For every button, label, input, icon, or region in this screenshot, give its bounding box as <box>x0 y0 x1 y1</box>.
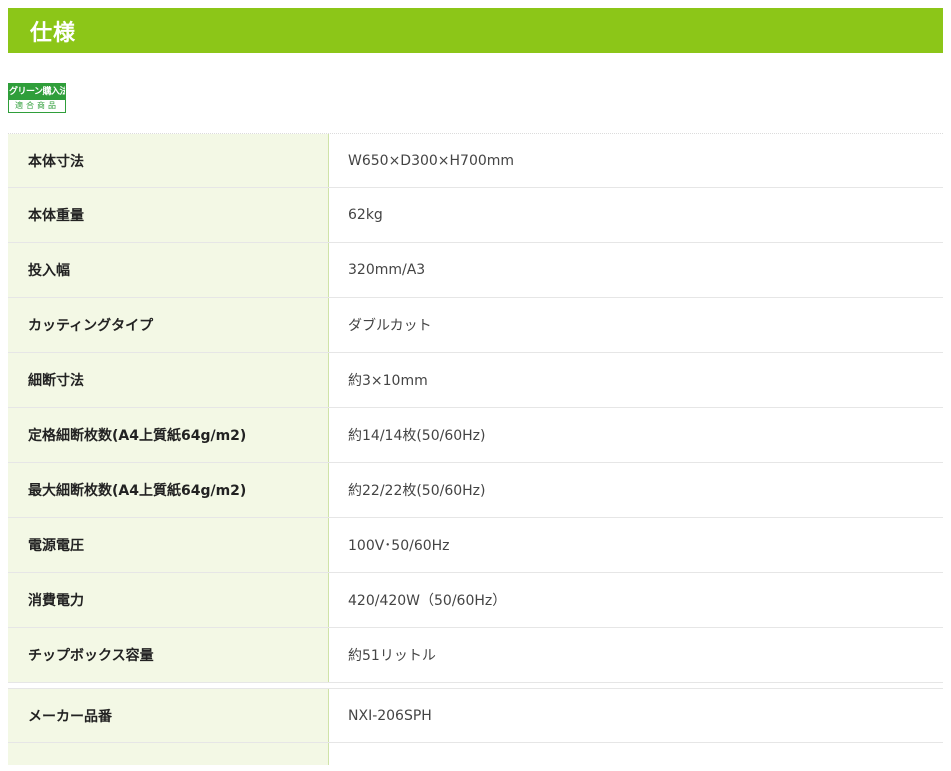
spec-value: 約22/22枚(50/60Hz) <box>348 483 486 499</box>
table-row: 本体寸法 W650×D300×H700mm <box>8 133 943 188</box>
badge-top-text: グリーン購入法 <box>9 84 65 100</box>
spec-label: 本体寸法 <box>8 134 329 187</box>
green-purchase-badge: グリーン購入法 適合商品 <box>8 83 66 113</box>
spec-label: メーカー品番 <box>8 689 329 742</box>
spec-value: 62kg <box>348 207 383 223</box>
spec-value: 100V･50/60Hz <box>348 538 450 554</box>
spec-value: 420/420W（50/60Hz） <box>348 593 507 609</box>
spec-value: ダブルカット <box>348 318 432 334</box>
spec-value: 320mm/A3 <box>348 262 426 278</box>
spec-label: 投入幅 <box>8 243 329 297</box>
spec-table: 本体寸法 W650×D300×H700mm 本体重量 62kg 投入幅 320m… <box>8 133 943 765</box>
spec-value: 約14/14枚(50/60Hz) <box>348 428 486 444</box>
spec-value: 約51リットル <box>348 648 436 664</box>
badge-bottom-text: 適合商品 <box>15 101 59 110</box>
spec-label: カッティングタイプ <box>8 298 329 352</box>
spec-value: W650×D300×H700mm <box>348 152 515 169</box>
spec-label <box>8 743 329 765</box>
table-row: 細断寸法 約3×10mm <box>8 353 943 408</box>
table-row: 電源電圧 100V･50/60Hz <box>8 518 943 573</box>
table-row: 消費電力 420/420W（50/60Hz） <box>8 573 943 628</box>
table-row: カッティングタイプ ダブルカット <box>8 298 943 353</box>
table-row: 最大細断枚数(A4上質紙64g/m2) 約22/22枚(50/60Hz) <box>8 463 943 518</box>
table-row <box>8 743 943 765</box>
spec-label: 消費電力 <box>8 573 329 627</box>
table-row: チップボックス容量 約51リットル <box>8 628 943 683</box>
table-row: 定格細断枚数(A4上質紙64g/m2) 約14/14枚(50/60Hz) <box>8 408 943 463</box>
table-row: 本体重量 62kg <box>8 188 943 243</box>
spec-label: 本体重量 <box>8 188 329 242</box>
section-title: 仕様 <box>30 20 77 46</box>
spec-label: 最大細断枚数(A4上質紙64g/m2) <box>8 463 329 517</box>
spec-value: 約3×10mm <box>348 373 428 389</box>
spec-value <box>329 743 943 765</box>
table-row: メーカー品番 NXI-206SPH <box>8 688 943 743</box>
section-header: 仕様 <box>8 8 943 53</box>
spec-value: NXI-206SPH <box>348 707 432 724</box>
spec-label: 電源電圧 <box>8 518 329 572</box>
spec-label: 定格細断枚数(A4上質紙64g/m2) <box>8 408 329 462</box>
table-row: 投入幅 320mm/A3 <box>8 243 943 298</box>
spec-label: 細断寸法 <box>8 353 329 407</box>
spec-label: チップボックス容量 <box>8 628 329 682</box>
